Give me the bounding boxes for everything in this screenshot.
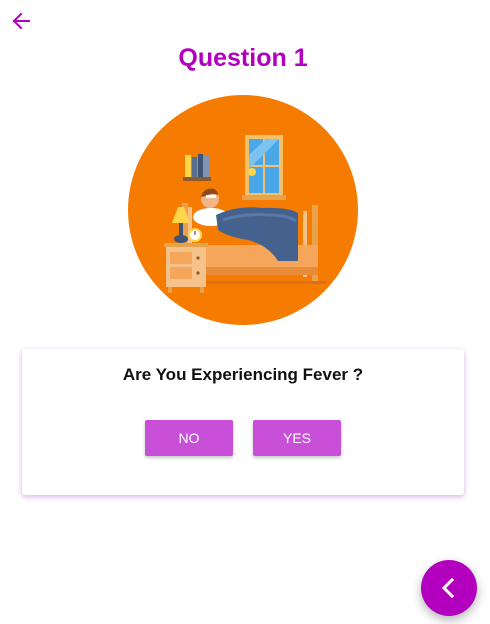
previous-fab-button[interactable]: [421, 560, 477, 616]
question-text: Are You Experiencing Fever ?: [122, 365, 364, 384]
back-button[interactable]: [8, 8, 34, 34]
question-card: Are You Experiencing Fever ? NO YES: [22, 349, 464, 495]
arrow-left-icon: [12, 12, 30, 30]
question-screen: Question 1 Are You Experiencing Fever ? …: [0, 0, 490, 624]
chevron-left-icon: [441, 577, 455, 599]
yes-button[interactable]: YES: [253, 420, 341, 456]
sick-in-bed-illustration: [128, 95, 358, 325]
page-title: Question 1: [178, 44, 308, 72]
bookshelf-icon: [183, 154, 211, 181]
nightstand-icon: [164, 243, 208, 293]
window-icon: [242, 135, 286, 200]
clock-icon: [188, 228, 202, 242]
no-button[interactable]: NO: [145, 420, 233, 456]
